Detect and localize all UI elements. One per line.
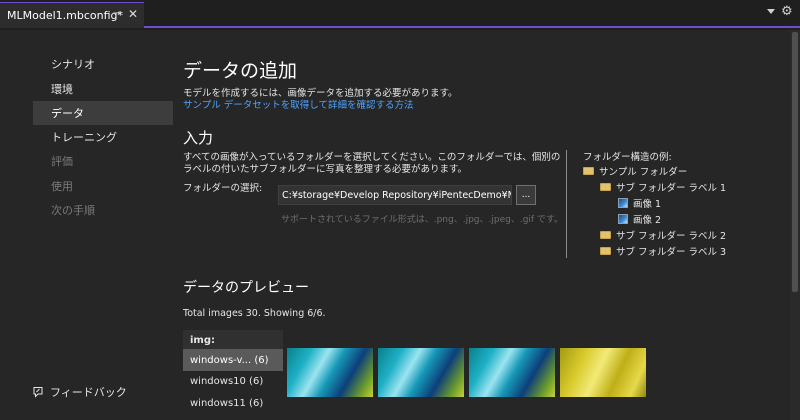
tab-title: MLModel1.mbconfig*	[7, 9, 123, 22]
tree-item-sample-folder: サンプル フォルダー	[583, 164, 687, 178]
list-item[interactable]: windows10 (6)	[183, 370, 283, 392]
supported-formats-hint: サポートされているファイル形式は、.png、.jpg、.jpeg、.gif です…	[281, 215, 564, 225]
feedback-link[interactable]: フィードバック	[32, 384, 127, 400]
tree-item-image-1: 画像 1	[618, 196, 661, 210]
sidebar-item-evaluate[interactable]: 評価	[33, 149, 173, 173]
tree-item-subfolder-3: サブ フォルダー ラベル 3	[600, 244, 726, 258]
sidebar-item-label: データ	[51, 107, 84, 120]
input-description: すべての画像が入っているフォルダーを選択してください。このフォルダーでは、個別の…	[183, 152, 561, 175]
image-icon	[618, 198, 628, 208]
tree-item-label: サブ フォルダー ラベル 1	[616, 183, 727, 194]
tree-item-label: サブ フォルダー ラベル 3	[616, 247, 727, 258]
folder-icon	[600, 231, 611, 239]
scrollbar-thumb[interactable]	[792, 32, 798, 292]
tab-bar: MLModel1.mbconfig* ⊸ ✕ ⚙	[0, 0, 800, 28]
sidebar-item-data[interactable]: データ	[33, 101, 173, 125]
feedback-label: フィードバック	[50, 386, 127, 399]
input-heading: 入力	[183, 129, 214, 147]
feedback-icon	[33, 387, 43, 398]
image-thumbnail[interactable]	[560, 348, 646, 397]
tree-item-subfolder-2: サブ フォルダー ラベル 2	[600, 228, 726, 242]
sidebar-item-label: トレーニング	[51, 131, 117, 144]
image-thumbnail[interactable]	[469, 348, 555, 397]
folder-icon	[583, 167, 594, 175]
image-thumbnail[interactable]	[287, 348, 373, 397]
document-tab[interactable]: MLModel1.mbconfig* ⊸ ✕	[0, 2, 144, 28]
tree-item-label: 画像 1	[633, 199, 662, 210]
gear-icon[interactable]: ⚙	[781, 4, 793, 19]
folder-path-input[interactable]: C:¥storage¥Develop Repository¥iPentecDem…	[278, 185, 512, 205]
browse-button[interactable]: ...	[516, 185, 536, 205]
tree-item-subfolder-1: サブ フォルダー ラベル 1	[600, 180, 726, 194]
sidebar-item-environment[interactable]: 環境	[33, 77, 173, 101]
sidebar-item-training[interactable]: トレーニング	[33, 125, 173, 149]
tree-item-label: サンプル フォルダー	[599, 167, 688, 178]
list-item[interactable]: windows-v... (6)	[183, 349, 283, 371]
preview-heading: データのプレビュー	[183, 280, 309, 296]
img-column-header: img:	[183, 330, 283, 350]
folder-icon	[600, 183, 611, 191]
folder-structure-title: フォルダー構造の例:	[583, 152, 672, 163]
sidebar-item-label: 使用	[51, 180, 73, 193]
tree-item-label: 画像 2	[633, 215, 662, 226]
image-thumbnail[interactable]	[378, 348, 464, 397]
list-item[interactable]: windows11 (6)	[183, 392, 283, 414]
vertical-divider	[566, 150, 567, 258]
image-icon	[618, 214, 628, 224]
preview-total-text: Total images 30. Showing 6/6.	[183, 308, 326, 319]
tree-item-image-2: 画像 2	[618, 212, 661, 226]
page-title: データの追加	[183, 60, 298, 82]
sidebar-item-next-steps[interactable]: 次の手順	[33, 198, 173, 222]
close-icon[interactable]: ✕	[128, 7, 138, 21]
folder-select-label: フォルダーの選択:	[183, 183, 263, 194]
tree-item-label: サブ フォルダー ラベル 2	[616, 231, 727, 242]
sidebar-item-label: シナリオ	[51, 58, 95, 71]
folder-icon	[600, 247, 611, 255]
sample-dataset-link[interactable]: サンプル データセットを取得して詳細を確認する方法	[183, 97, 413, 111]
sidebar-item-scenario[interactable]: シナリオ	[33, 52, 173, 76]
sidebar-item-label: 次の手順	[51, 204, 95, 217]
sidebar-item-label: 評価	[51, 155, 73, 168]
pin-icon[interactable]: ⊸	[113, 8, 121, 19]
sidebar-item-consume[interactable]: 使用	[33, 174, 173, 198]
sidebar-item-label: 環境	[51, 83, 73, 96]
chevron-down-icon[interactable]	[767, 9, 775, 14]
